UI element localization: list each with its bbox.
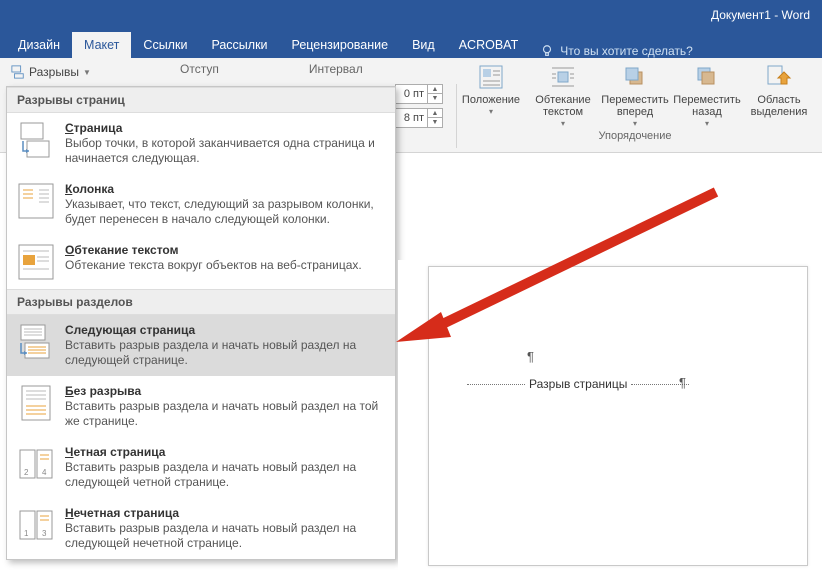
bring-forward-label: Переместить вперед <box>601 94 668 118</box>
gi-even-desc: Вставить разрыв раздела и начать новый р… <box>65 460 385 490</box>
spin-down-icon[interactable]: ▼ <box>428 118 442 127</box>
gi-textwrap-desc: Обтекание текста вокруг объектов на веб-… <box>65 258 362 273</box>
tab-review[interactable]: Рецензирование <box>280 32 401 58</box>
odd-page-section-icon: 13 <box>17 506 55 544</box>
spacing-before-input[interactable]: 0 пт ▲▼ <box>395 84 443 104</box>
spin-down-icon[interactable]: ▼ <box>428 94 442 103</box>
spin-up-icon[interactable]: ▲ <box>428 109 442 118</box>
svg-text:3: 3 <box>42 529 47 538</box>
spacing-after-input[interactable]: 8 пт ▲▼ <box>395 108 443 128</box>
position-icon <box>478 64 504 90</box>
selection-pane-label: Область выделения <box>746 94 812 118</box>
gallery-item-even-page-section[interactable]: 24 Четная страница Вставить разрыв разде… <box>7 437 395 498</box>
svg-text:4: 4 <box>42 468 47 477</box>
position-button[interactable]: Положение▾ <box>458 64 524 130</box>
spacing-group-label: Интервал <box>309 62 363 76</box>
ribbon-tabs: Дизайн Макет Ссылки Рассылки Рецензирова… <box>0 30 822 58</box>
spacing-spinners: 0 пт ▲▼ 8 пт ▲▼ <box>395 84 443 132</box>
gi-continuous-desc: Вставить разрыв раздела и начать новый р… <box>65 399 385 429</box>
selection-pane-button[interactable]: Область выделения <box>746 64 812 130</box>
gallery-item-text-wrapping-break[interactable]: Обтекание текстом Обтекание текста вокру… <box>7 235 395 289</box>
page-break-label: Разрыв страницы <box>529 377 627 391</box>
tab-view[interactable]: Вид <box>400 32 447 58</box>
document-page[interactable]: ¶ Разрыв страницы ¶ <box>428 266 808 566</box>
gi-odd-desc: Вставить разрыв раздела и начать новый р… <box>65 521 385 551</box>
lightbulb-icon <box>540 44 554 58</box>
page-break-marker: Разрыв страницы <box>529 377 627 391</box>
svg-text:1: 1 <box>24 529 29 538</box>
even-page-section-icon: 24 <box>17 445 55 483</box>
window-title: Документ1 - Word <box>711 8 810 22</box>
tab-links[interactable]: Ссылки <box>131 32 199 58</box>
bring-forward-icon <box>622 64 648 90</box>
tab-layout[interactable]: Макет <box>72 32 131 58</box>
send-backward-button[interactable]: Переместить назад▾ <box>674 64 740 130</box>
gi-page-rest: траница <box>74 121 123 135</box>
spacing-after-value: 8 пт <box>396 112 427 124</box>
text-wrapping-break-icon <box>17 243 55 281</box>
gallery-item-odd-page-section[interactable]: 13 Нечетная страница Вставить разрыв раз… <box>7 498 395 559</box>
title-bar: Документ1 - Word <box>0 0 822 30</box>
page-break-icon <box>17 121 55 159</box>
tell-me-search[interactable]: Что вы хотите сделать? <box>530 44 703 58</box>
gallery-item-column-break[interactable]: Колонка Указывает, что текст, следующий … <box>7 174 395 235</box>
wrap-text-icon <box>550 64 576 90</box>
breaks-icon <box>11 65 25 79</box>
gallery-item-continuous-section[interactable]: Без разрыва Вставить разрыв раздела и на… <box>7 376 395 437</box>
gallery-header-pages: Разрывы страниц <box>7 87 395 113</box>
send-backward-icon <box>694 64 720 90</box>
breaks-gallery: Разрывы страниц Страница Выбор точки, в … <box>6 86 396 560</box>
document-area[interactable]: ¶ Разрыв страницы ¶ <box>398 260 822 579</box>
tab-design[interactable]: Дизайн <box>6 32 72 58</box>
next-page-section-icon <box>17 323 55 361</box>
gallery-item-page-break[interactable]: Страница Выбор точки, в которой заканчив… <box>7 113 395 174</box>
svg-text:2: 2 <box>24 468 29 477</box>
indent-group-label: Отступ <box>180 62 219 76</box>
position-label: Положение <box>462 94 520 106</box>
wrap-text-label: Обтекание текстом <box>530 94 596 118</box>
tab-acrobat[interactable]: ACROBAT <box>447 32 531 58</box>
pilcrow-mark: ¶ <box>527 349 534 364</box>
tab-mailings[interactable]: Рассылки <box>199 32 279 58</box>
send-backward-label: Переместить назад <box>673 94 740 118</box>
ribbon-group-labels: Отступ Интервал <box>180 62 363 76</box>
gi-page-u: С <box>65 121 74 135</box>
tell-me-placeholder: Что вы хотите сделать? <box>560 44 693 58</box>
spin-up-icon[interactable]: ▲ <box>428 85 442 94</box>
gallery-item-next-page-section[interactable]: Следующая страница Вставить разрыв разде… <box>7 315 395 376</box>
bring-forward-button[interactable]: Переместить вперед▾ <box>602 64 668 130</box>
breaks-button[interactable]: Разрывы ▼ <box>6 62 96 82</box>
arrange-group: Положение▾ Обтекание текстом▾ Переместит… <box>448 58 822 153</box>
wrap-text-button[interactable]: Обтекание текстом▾ <box>530 64 596 130</box>
breaks-button-label: Разрывы <box>29 65 79 79</box>
gi-page-desc: Выбор точки, в которой заканчивается одн… <box>65 136 385 166</box>
gi-column-desc: Указывает, что текст, следующий за разры… <box>65 197 385 227</box>
gallery-header-sections: Разрывы разделов <box>7 289 395 315</box>
chevron-down-icon: ▼ <box>83 68 91 77</box>
spacing-before-value: 0 пт <box>396 88 427 100</box>
gi-nextpage-desc: Вставить разрыв раздела и начать новый р… <box>65 338 385 368</box>
selection-pane-icon <box>766 64 792 90</box>
continuous-section-icon <box>17 384 55 422</box>
pilcrow-mark-2: ¶ <box>679 375 686 390</box>
arrange-group-caption: Упорядочение <box>448 130 822 145</box>
column-break-icon <box>17 182 55 220</box>
